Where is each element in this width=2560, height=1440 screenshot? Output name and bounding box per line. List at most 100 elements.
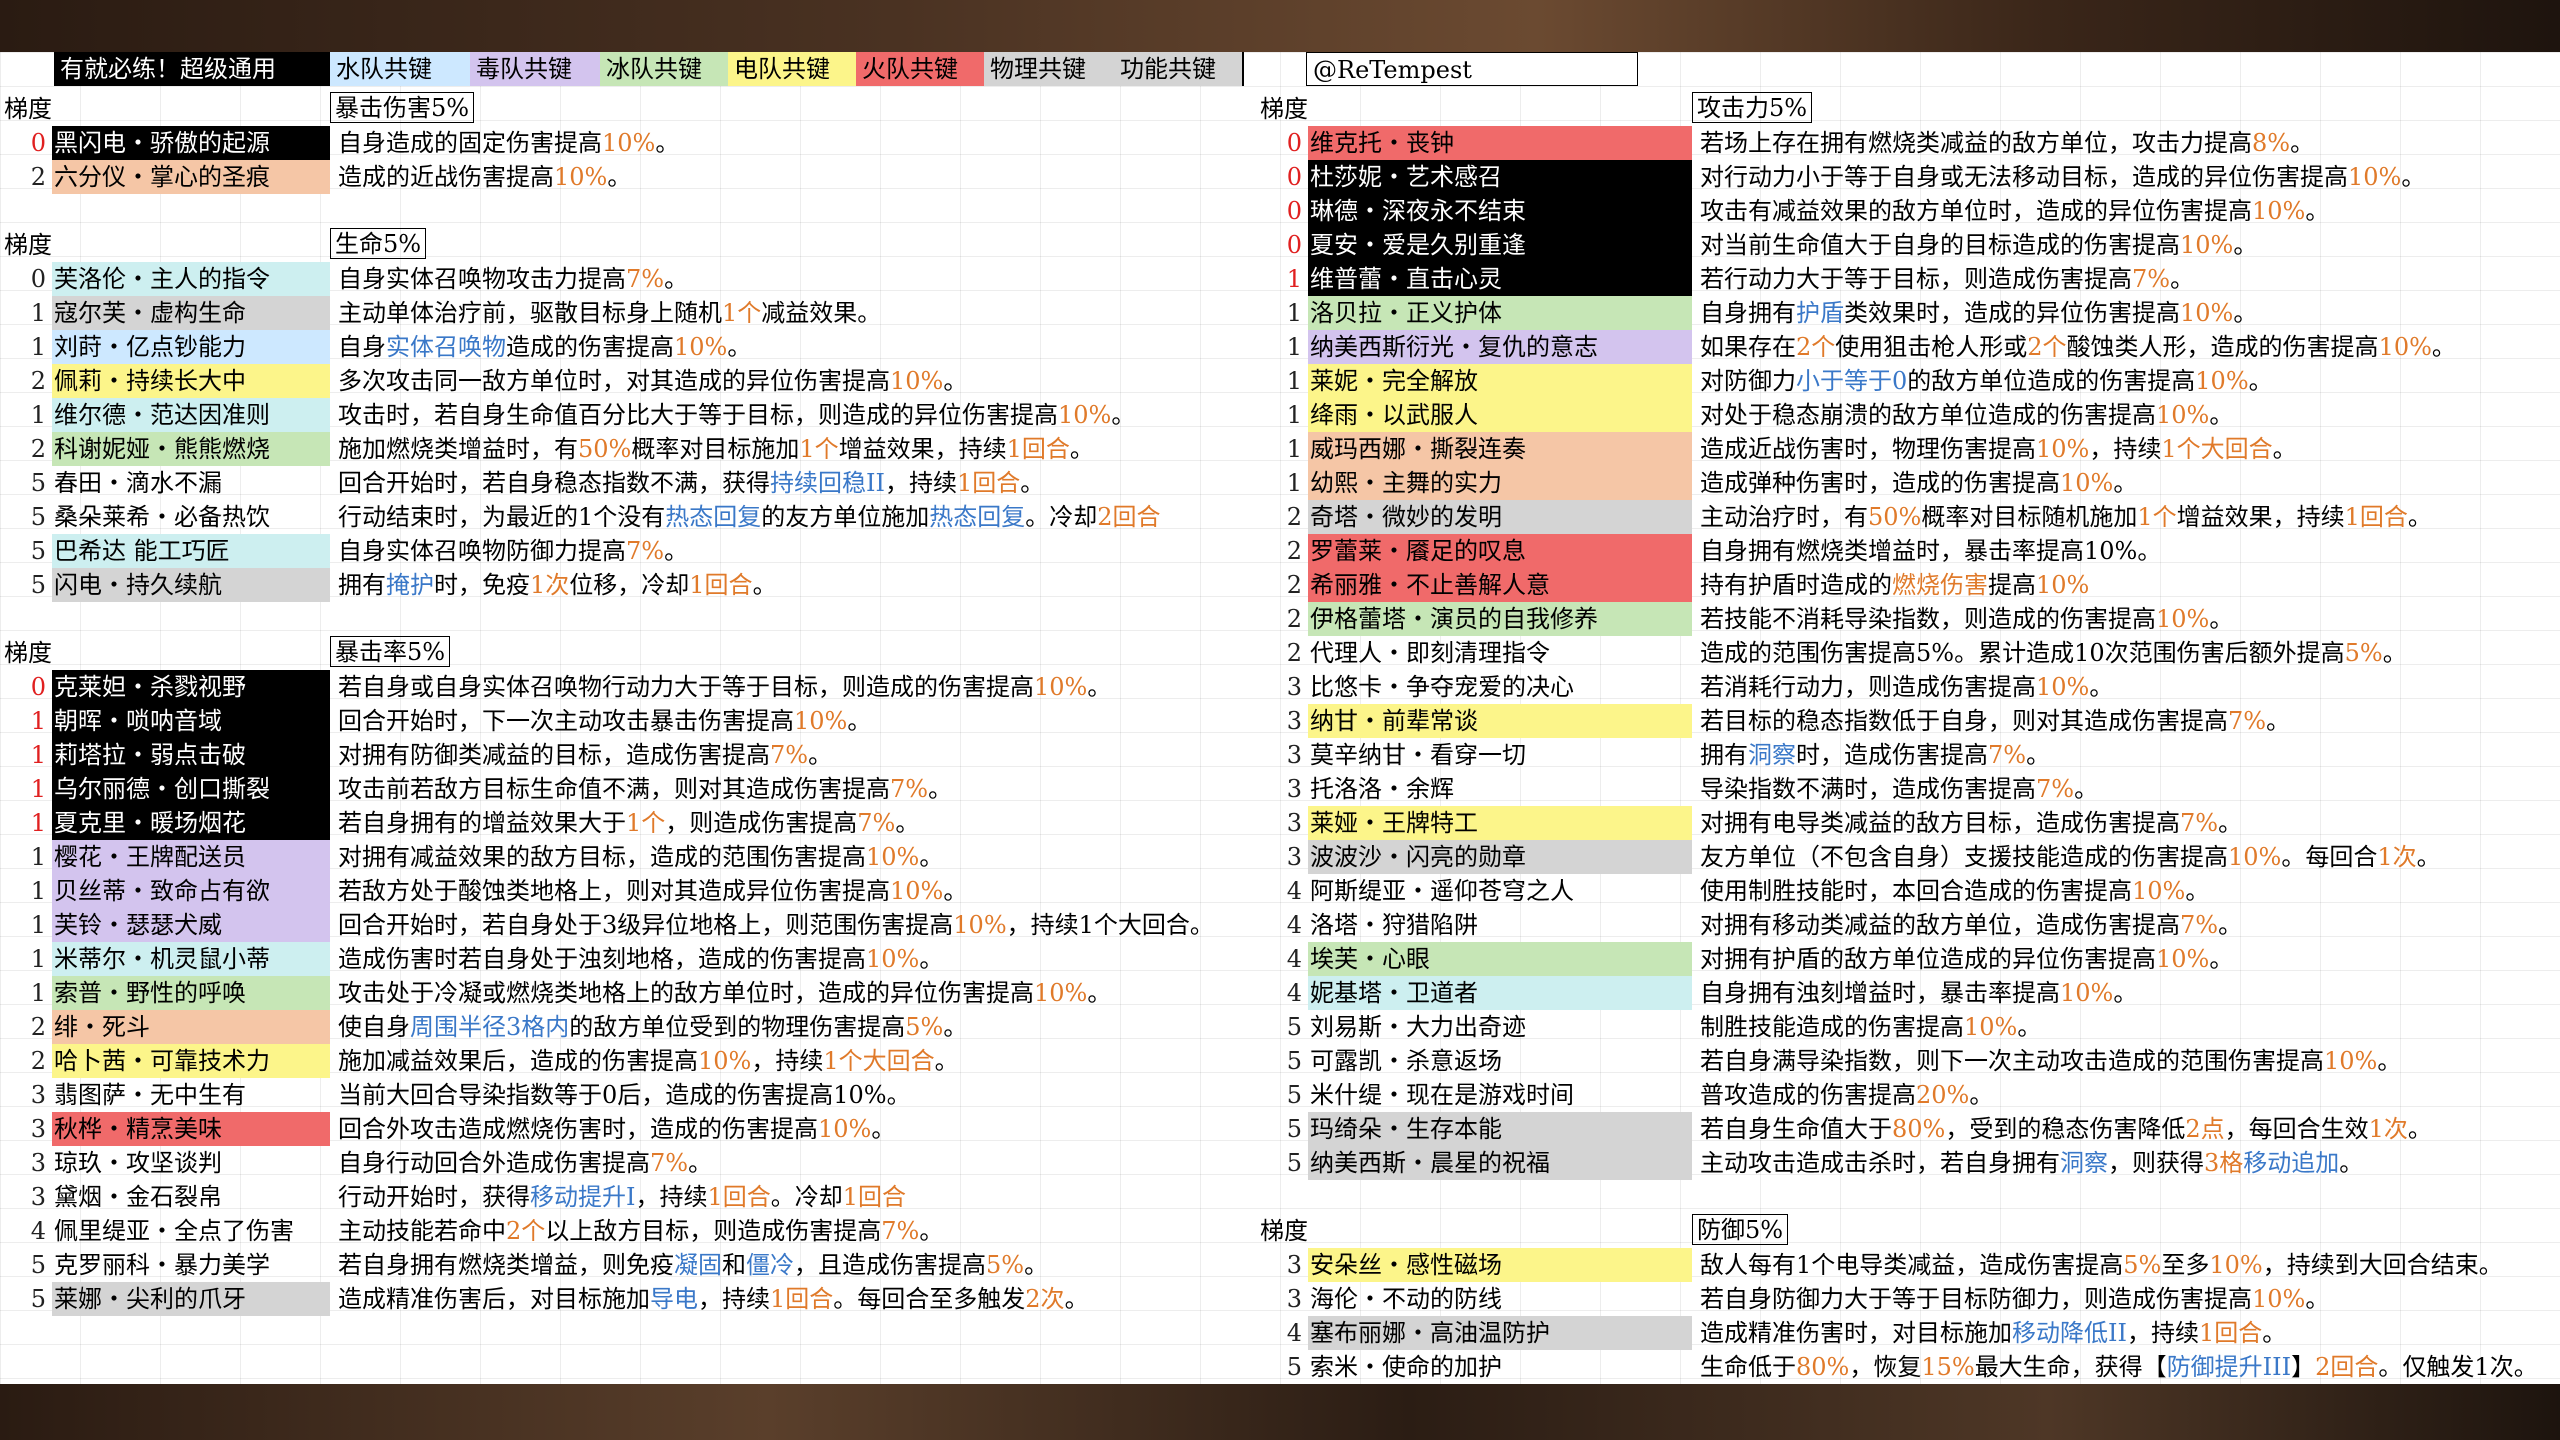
value-highlight: 7% (857, 809, 896, 837)
description-text: 攻击时，若自身生命值百分比大于等于目标，则造成的异位伤害提高 (338, 401, 1058, 429)
key-name: 科谢妮娅・熊熊燃烧 (52, 432, 330, 466)
value-highlight: 7% (2132, 265, 2171, 293)
tier-value: 2 (30, 163, 46, 191)
description-text: 。 (2416, 843, 2441, 871)
description-text: 。 (2377, 1047, 2402, 1075)
key-name: 比悠卡・争夺宠爱的决心 (1310, 673, 1574, 701)
description-text: 。 (1069, 435, 1094, 463)
value-highlight: 7% (770, 741, 809, 769)
description-text: 拥有 (338, 571, 386, 599)
key-description: 对拥有护盾的敌方单位造成的异位伤害提高10%。 (1692, 942, 2233, 976)
tier-value: 1 (30, 707, 46, 735)
key-row: 3 纳甘・前辈常谈 若目标的稳态指数低于自身，则对其造成伤害提高7%。 (1256, 704, 2456, 738)
legend-physical: 物理共键 (984, 52, 1114, 86)
keyword-highlight: 持续回稳II (770, 469, 885, 497)
key-name: 威玛西娜・撕裂连奏 (1308, 432, 1692, 466)
key-description: 制胜技能造成的伤害提高10%。 (1692, 1010, 2041, 1044)
key-name: 巴希达 能工巧匠 (52, 534, 330, 568)
description-text: 回合外攻击造成燃烧伤害时，造成的伤害提高 (338, 1115, 818, 1143)
description-text: 制胜技能造成的伤害提高 (1700, 1013, 1964, 1041)
key-description: 自身实体召唤物造成的伤害提高10%。 (330, 330, 751, 364)
value-highlight: 10% (2060, 979, 2114, 1007)
key-description: 对拥有防御类减益的目标，造成伤害提高7%。 (330, 738, 832, 772)
key-description: 自身实体召唤物防御力提高7%。 (330, 534, 688, 568)
tier-value: 5 (1286, 1047, 1302, 1075)
key-description: 自身拥有浊刻增益时，暴击率提高10%。 (1692, 976, 2137, 1010)
keyword-highlight: 小于等于0 (1796, 367, 1908, 395)
description-text: 若敌方处于酸蚀类地格上，则对其造成异位伤害提高 (338, 877, 890, 905)
value-highlight: 1次 (2377, 843, 2417, 871)
key-row: 1 芙铃・瑟瑟犬威 回合开始时，若自身处于3级异位地格上，则范围伤害提高10%，持续… (0, 908, 1214, 942)
author-credit: @ReTempest (1306, 52, 1638, 86)
value-highlight: 1个大回合 (2161, 435, 2273, 463)
description-text: 。 (2431, 333, 2456, 361)
key-description: 回合外攻击造成燃烧伤害时，造成的伤害提高10%。 (330, 1112, 895, 1146)
description-text: 造成的伤害提高 (506, 333, 674, 361)
keyword-highlight: 移动追加 (2243, 1149, 2340, 1177)
description-text: 自身拥有浊刻增益时，暴击率提高 (1700, 979, 2060, 1007)
keyword-highlight: 导电 (650, 1285, 698, 1313)
key-description: 持有护盾时造成的燃烧伤害提高10% (1692, 568, 2089, 602)
key-name: 翡图萨・无中生有 (54, 1081, 246, 1109)
description-text: 时，造成伤害提高 (1796, 741, 1988, 769)
left-section-2: 梯度 暴击率5% 0 克莱妲・杀戮视野 若自身或自身实体召唤物行动力大于等于目标，则造成… (0, 636, 1214, 1316)
value-highlight: 10% (674, 333, 728, 361)
value-highlight: 10% (2156, 605, 2210, 633)
value-highlight: 10% (2252, 197, 2306, 225)
description-text: 自身造成的固定伤害提高 (338, 129, 602, 157)
key-name: 樱花・王牌配送员 (52, 840, 330, 874)
key-row: 5 索米・使命的加护 生命低于80%，恢复15%最大生命，获得【防御提升III】2回… (1256, 1350, 2538, 1384)
description-text: ，恢复 (1849, 1353, 1922, 1381)
description-text: 对防御力 (1700, 367, 1796, 395)
tier-value: 3 (30, 1115, 46, 1143)
key-name: 佩里缇亚・全点了伤害 (54, 1217, 294, 1245)
key-name: 伊格蕾塔・演员的自我修养 (1308, 602, 1692, 636)
key-description: 若自身拥有的增益效果大于1个，则造成伤害提高7%。 (330, 806, 919, 840)
key-row: 1 索普・野性的呼唤 攻击处于冷凝或燃烧类地格上的敌方单位时，造成的异位伤害提高10… (0, 976, 1214, 1010)
value-highlight: 10% (2180, 299, 2234, 327)
description-text: 。 (943, 367, 968, 395)
value-highlight: 10% (1034, 673, 1088, 701)
keyword-highlight: 移动提升I (530, 1183, 636, 1211)
value-highlight: 1回合 (770, 1285, 834, 1313)
key-row: 4 埃芙・心眼 对拥有护盾的敌方单位造成的异位伤害提高10%。 (1256, 942, 2456, 976)
key-description: 施加减益效果后，造成的伤害提高10%，持续1个大回合。 (330, 1044, 959, 1078)
key-row: 5 巴希达 能工巧匠 自身实体召唤物防御力提高7%。 (0, 534, 1161, 568)
key-row: 2 希丽雅・不止善解人意 持有护盾时造成的燃烧伤害提高10% (1256, 568, 2456, 602)
right-section-0: 梯度 攻击力5% 0 维克托・丧钟 若场上存在拥有燃烧类减益的敌方单位，攻击力提高8%。… (1256, 92, 2456, 1180)
key-description: 自身拥有燃烧类增益时，暴击率提高10%。 (1692, 534, 2161, 568)
legend-function: 功能共键 (1114, 52, 1244, 86)
description-text: 攻击前若敌方目标生命值不满，则对其造成伤害提高 (338, 775, 890, 803)
tier-value: 5 (1286, 1353, 1302, 1381)
section-header: 梯度 生命5% (0, 228, 1161, 262)
tier-value: 1 (1286, 435, 1302, 463)
background-top (0, 0, 2560, 56)
description-text: 对拥有护盾的敌方单位造成的异位伤害提高 (1700, 945, 2156, 973)
value-highlight: 1回合 (2344, 503, 2408, 531)
value-highlight: 10% (2036, 571, 2090, 599)
description-text: 概率对目标随机施加 (1921, 503, 2138, 531)
key-row: 0 克莱妲・杀戮视野 若自身或自身实体召唤物行动力大于等于目标，则造成的伤害提高10… (0, 670, 1214, 704)
key-description: 若自身生命值大于80%，受到的稳态伤害降低2点，每回合生效1次。 (1692, 1112, 2432, 1146)
value-highlight: 10% (794, 707, 848, 735)
key-row: 1 朝晖・唢呐音域 回合开始时，下一次主动攻击暴击伤害提高10%。 (0, 704, 1214, 738)
key-description: 攻击前若敌方目标生命值不满，则对其造成伤害提高7%。 (330, 772, 952, 806)
value-highlight: 10% (890, 367, 944, 395)
key-name: 索普・野性的呼唤 (52, 976, 330, 1010)
key-description: 造成的近战伤害提高10%。 (330, 160, 631, 194)
tier-value: 3 (1286, 1251, 1302, 1279)
key-description: 自身行动回合外造成伤害提高7%。 (330, 1146, 712, 1180)
description-text: 。 (2305, 1285, 2330, 1313)
tier-value: 3 (1286, 673, 1302, 701)
description-text: 以上敌方目标，则造成伤害提高 (545, 1217, 882, 1245)
value-highlight: 2点 (2185, 1115, 2225, 1143)
background-bottom (0, 1384, 2560, 1440)
key-description: 自身拥有护盾类效果时，造成的异位伤害提高10%。 (1692, 296, 2257, 330)
description-text: 如果存在 (1700, 333, 1796, 361)
value-highlight: 10% (2132, 877, 2186, 905)
description-text: 。 (1087, 979, 1112, 1007)
description-text: ，持续到大回合结束。 (2262, 1251, 2503, 1279)
description-text: 敌人每有1个电导类减益，造成伤害提高 (1700, 1251, 2124, 1279)
value-highlight: 燃烧伤害 (1892, 571, 1988, 599)
key-name: 朝晖・唢呐音域 (52, 704, 330, 738)
